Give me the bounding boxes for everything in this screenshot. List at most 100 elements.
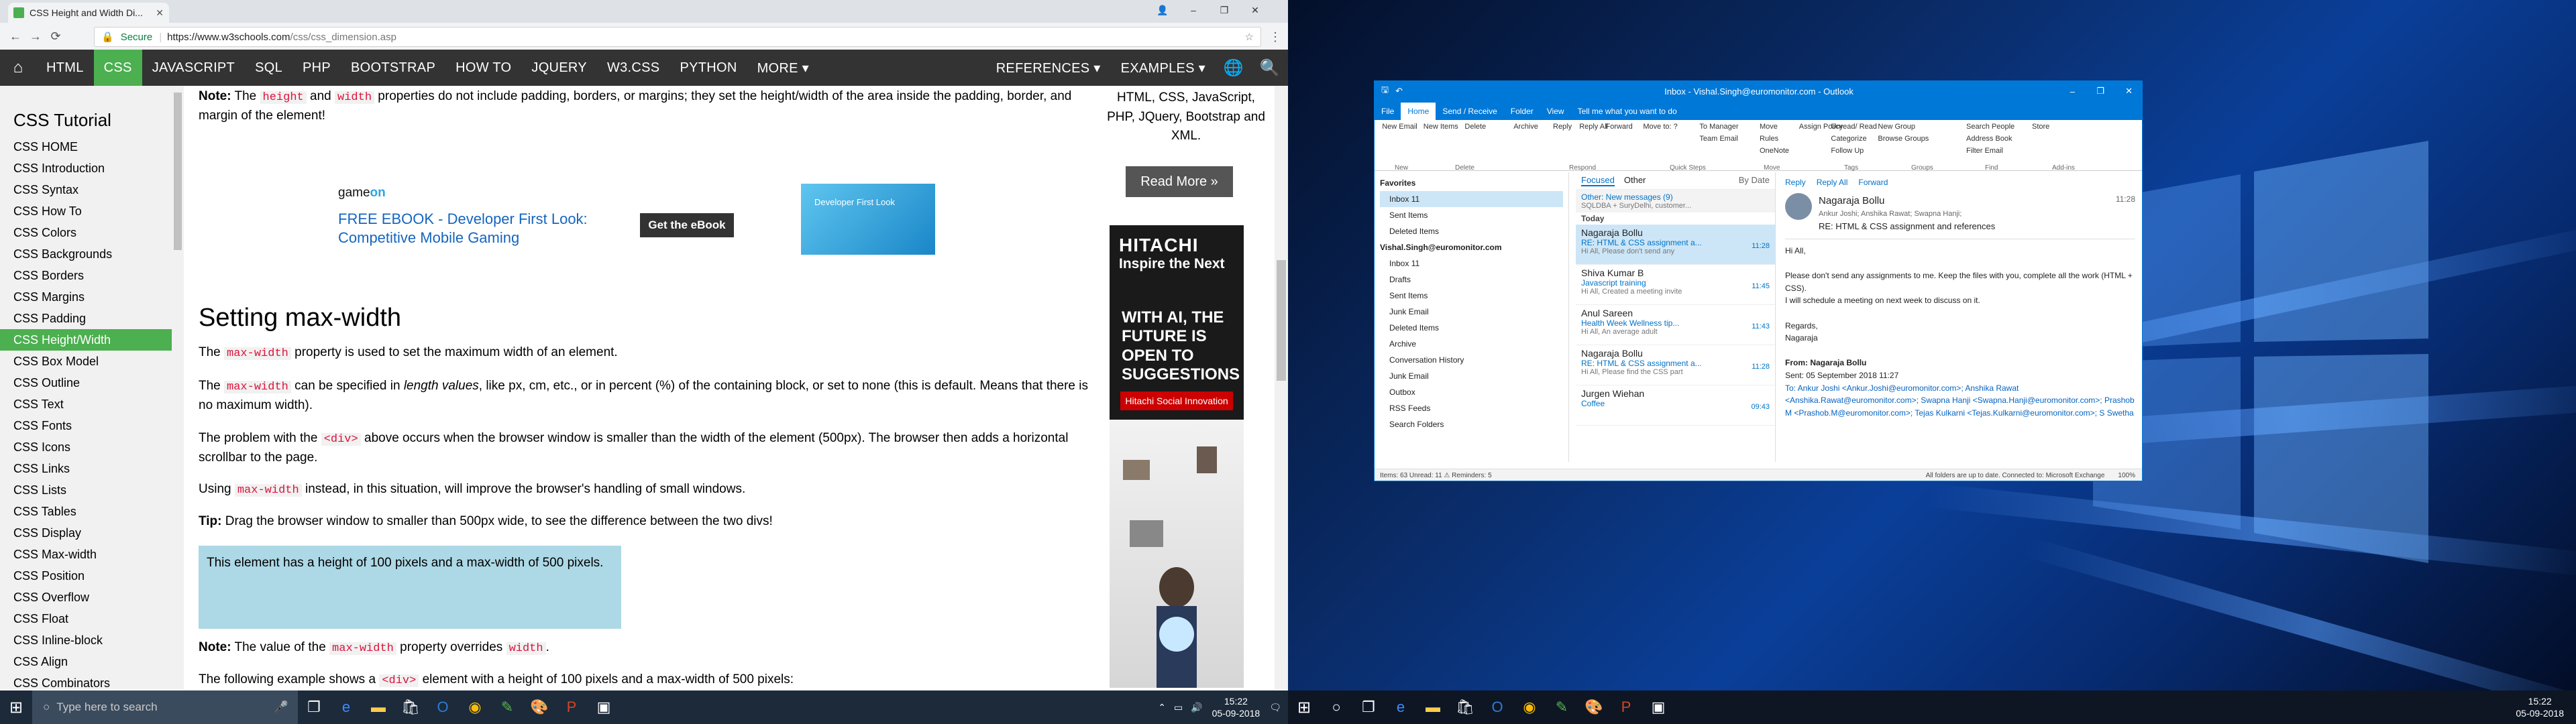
folder-item[interactable]: Inbox 11 (1380, 255, 1563, 272)
other-banner[interactable]: Other: New messages (9) SQLDBA + SuryDel… (1576, 190, 1775, 213)
menu-home[interactable]: Home (1401, 103, 1436, 120)
star-icon[interactable]: ☆ (1245, 31, 1254, 43)
task-view-icon[interactable]: ❐ (1352, 690, 1385, 724)
sidebar-link[interactable]: CSS Syntax (0, 179, 172, 200)
folder-item[interactable]: Junk Email (1380, 304, 1563, 320)
chrome-icon[interactable]: ◉ (1513, 690, 1546, 724)
edge-icon[interactable]: e (1385, 690, 1417, 724)
sidebar-link[interactable]: CSS Inline-block (0, 629, 172, 651)
folder-item[interactable]: Conversation History (1380, 352, 1563, 368)
zoom-level[interactable]: 100% (2118, 472, 2135, 479)
nav-javascript[interactable]: JAVASCRIPT (142, 50, 245, 86)
sidebar-link[interactable]: CSS Height/Width (0, 329, 172, 351)
nav-sql[interactable]: SQL (245, 50, 292, 86)
mic-icon[interactable]: 🎤 (274, 701, 288, 714)
menu-view[interactable]: View (1540, 103, 1571, 120)
reload-icon[interactable]: ⟳ (46, 26, 66, 46)
nav-w3css[interactable]: W3.CSS (597, 50, 669, 86)
sidebar-link[interactable]: CSS Lists (0, 479, 172, 501)
chrome-icon[interactable]: ◉ (459, 690, 491, 724)
folder-item[interactable]: Junk Email (1380, 368, 1563, 384)
ribbon-button[interactable]: Search People (1966, 123, 2015, 131)
folder-item[interactable]: Vishal.Singh@euromonitor.com (1380, 239, 1563, 255)
ribbon-button[interactable]: Reply (1553, 123, 1572, 131)
address-bar[interactable]: 🔒 Secure | https://www.w3schools.com /cs… (94, 27, 1261, 47)
maximize-icon[interactable]: ❐ (1209, 0, 1240, 20)
sidebar-link[interactable]: CSS Display (0, 522, 172, 544)
read-more-button[interactable]: Read More » (1126, 166, 1233, 197)
ribbon-button[interactable]: Follow Up (1831, 147, 1864, 155)
outlook-icon[interactable]: O (1481, 690, 1513, 724)
folder-item[interactable]: Inbox 11 (1380, 191, 1563, 207)
ribbon-button[interactable]: New Items (1424, 123, 1458, 131)
reply-all-action[interactable]: Reply All (1817, 176, 1848, 189)
nav-jquery[interactable]: JQUERY (521, 50, 597, 86)
sidebar-link[interactable]: CSS Margins (0, 286, 172, 308)
folder-item[interactable]: Deleted Items (1380, 320, 1563, 336)
nav-more[interactable]: MORE ▾ (747, 50, 819, 86)
sidebar-link[interactable]: CSS Colors (0, 222, 172, 243)
hitachi-pill[interactable]: Hitachi Social Innovation (1120, 391, 1233, 410)
sidebar-link[interactable]: CSS Introduction (0, 158, 172, 179)
mail-item[interactable]: Nagaraja Bollu RE: HTML & CSS assignment … (1576, 225, 1775, 265)
ad-line2[interactable]: Competitive Mobile Gaming (338, 227, 519, 249)
folder-item[interactable]: Search Folders (1380, 416, 1563, 432)
mail-item[interactable]: Nagaraja Bollu RE: HTML & CSS assignment … (1576, 345, 1775, 385)
minimize-icon[interactable]: – (1178, 0, 1209, 20)
paint-icon[interactable]: 🎨 (523, 690, 555, 724)
sidebar-link[interactable]: CSS Align (0, 651, 172, 672)
sidebar-link[interactable]: CSS Tables (0, 501, 172, 522)
folder-item[interactable]: Sent Items (1380, 288, 1563, 304)
sidebar-link[interactable]: CSS Borders (0, 265, 172, 286)
ribbon-button[interactable]: Forward (1605, 123, 1632, 131)
folder-item[interactable]: RSS Feeds (1380, 400, 1563, 416)
clock[interactable]: 15:22 05-09-2018 (1212, 695, 1260, 719)
store-icon[interactable]: 🛍 (1449, 690, 1481, 724)
photos-icon[interactable]: ▣ (588, 690, 620, 724)
maximize-icon[interactable]: ❐ (2096, 86, 2104, 97)
folder-item[interactable]: Outbox (1380, 384, 1563, 400)
sidebar-link[interactable]: CSS Links (0, 458, 172, 479)
nav-php[interactable]: PHP (292, 50, 341, 86)
sidebar-link[interactable]: CSS HOME (0, 136, 172, 158)
sidebar-link[interactable]: CSS Backgrounds (0, 243, 172, 265)
file-explorer-icon[interactable]: ▬ (1417, 690, 1449, 724)
ribbon-button[interactable]: Filter Email (1966, 147, 2003, 155)
page-scrollbar[interactable] (1275, 86, 1288, 689)
file-explorer-icon[interactable]: ▬ (362, 690, 394, 724)
photos-icon[interactable]: ▣ (1642, 690, 1674, 724)
search-icon[interactable]: 🔍 (1252, 50, 1288, 86)
ribbon-button[interactable]: Reply All (1579, 123, 1608, 131)
home-icon[interactable]: ⌂ (0, 50, 36, 86)
edge-icon[interactable]: e (330, 690, 362, 724)
tab-other[interactable]: Other (1624, 175, 1646, 186)
sidebar-link[interactable]: CSS Padding (0, 308, 172, 329)
scrollbar-thumb[interactable] (1277, 260, 1286, 381)
nav-howto[interactable]: HOW TO (445, 50, 521, 86)
powerpoint-icon[interactable]: P (1610, 690, 1642, 724)
menu-dots-icon[interactable]: ⋮ (1265, 27, 1285, 47)
tab-focused[interactable]: Focused (1581, 175, 1615, 186)
sidebar-link[interactable]: CSS Float (0, 608, 172, 629)
sidebar-link[interactable]: CSS Icons (0, 436, 172, 458)
globe-icon[interactable]: 🌐 (1216, 50, 1252, 86)
hitachi-ad[interactable]: HITACHI Inspire the Next WITH AI, THE FU… (1110, 225, 1244, 688)
taskbar-search[interactable]: ○ Type here to search 🎤 (32, 690, 298, 724)
ribbon-button[interactable]: Move (1760, 123, 1778, 131)
folder-item[interactable]: Drafts (1380, 272, 1563, 288)
tell-me[interactable]: Tell me what you want to do (1571, 103, 1684, 120)
ribbon-button[interactable]: Archive (1513, 123, 1538, 131)
folder-item[interactable]: Deleted Items (1380, 223, 1563, 239)
cortana-icon[interactable]: ○ (1320, 690, 1352, 724)
network-icon[interactable]: ▭ (1174, 702, 1183, 713)
volume-icon[interactable]: 🔊 (1191, 702, 1202, 713)
folder-item[interactable]: Archive (1380, 336, 1563, 352)
ebook-ad[interactable]: gameon FREE EBOOK - Developer First Look… (338, 184, 955, 257)
nav-html[interactable]: HTML (36, 50, 94, 86)
sidebar-link[interactable]: CSS Outline (0, 372, 172, 394)
browser-tab[interactable]: CSS Height and Width Di... ✕ (8, 3, 169, 23)
ribbon-button[interactable]: To Manager (1699, 123, 1738, 131)
chevron-up-icon[interactable]: ⌃ (1158, 702, 1166, 713)
menu-folder[interactable]: Folder (1504, 103, 1540, 120)
get-ebook-button[interactable]: Get the eBook (640, 213, 734, 237)
